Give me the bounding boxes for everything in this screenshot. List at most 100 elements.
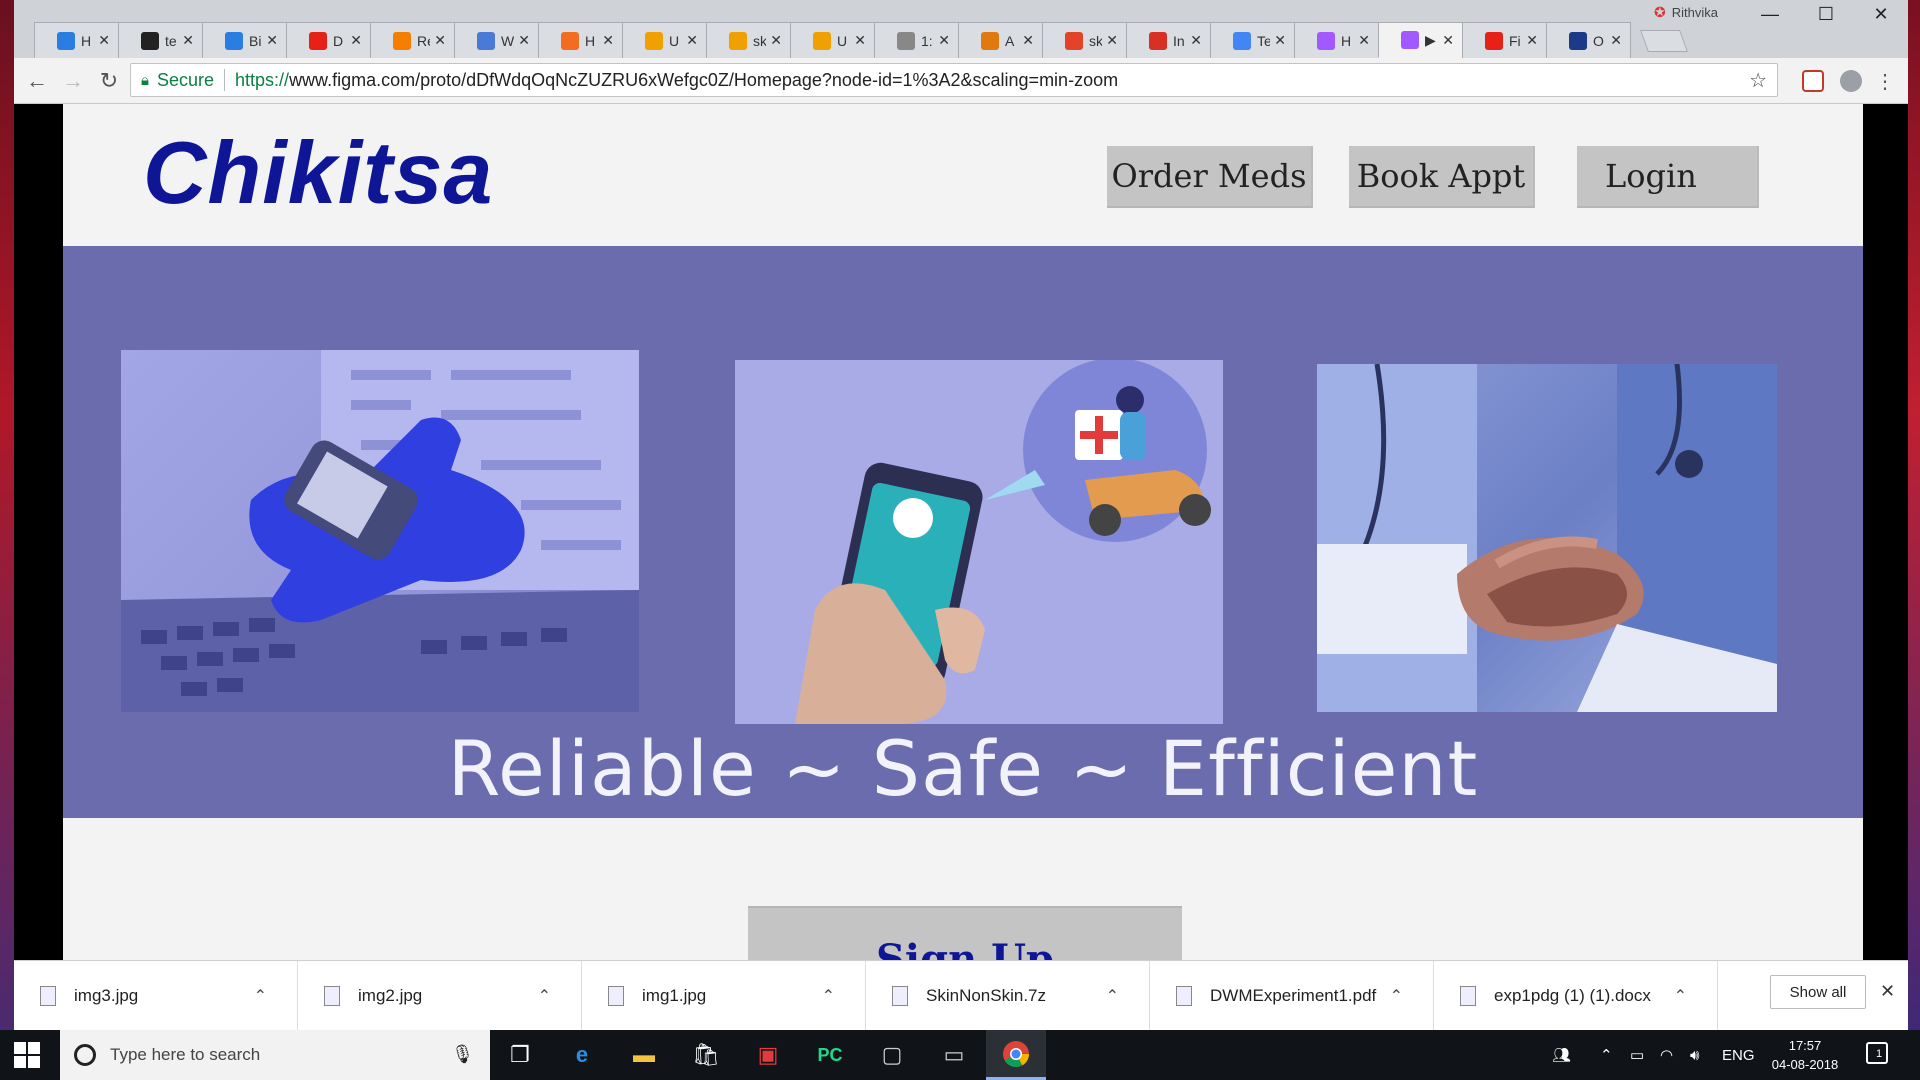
file-icon — [1460, 986, 1476, 1006]
microphone-icon[interactable]: 🎙︎ — [451, 1044, 474, 1065]
tab-close-icon[interactable]: ✕ — [1022, 32, 1034, 49]
forward-icon[interactable]: → — [58, 66, 88, 96]
new-tab-button[interactable] — [1639, 30, 1689, 52]
browser-tab[interactable]: Fi ✕ — [1462, 22, 1547, 58]
extension-icon[interactable] — [1802, 70, 1824, 92]
browser-tab[interactable]: W ✕ — [454, 22, 539, 58]
browser-tab[interactable]: Re✕ — [370, 22, 455, 58]
download-options-chevron-icon[interactable]: ⌃ — [822, 986, 835, 1006]
windows-start-icon[interactable] — [14, 1042, 40, 1068]
tab-title: H — [81, 32, 92, 49]
browser-tab[interactable]: sk ✕ — [706, 22, 791, 58]
wifi-icon[interactable]: ◠ — [1660, 1030, 1673, 1080]
browser-tab[interactable]: In ✕ — [1126, 22, 1211, 58]
action-center-icon[interactable]: 1 — [1866, 1042, 1888, 1064]
people-icon[interactable]: 👥︎ — [1552, 1030, 1571, 1080]
maximize-button[interactable]: ☐ — [1801, 4, 1851, 25]
tab-close-icon[interactable]: ✕ — [1358, 32, 1370, 49]
download-options-chevron-icon[interactable]: ⌃ — [1390, 986, 1403, 1006]
browser-tab[interactable]: U ✕ — [790, 22, 875, 58]
task-view-icon[interactable]: ❐ — [490, 1030, 550, 1080]
tab-close-icon[interactable]: ✕ — [1274, 32, 1286, 49]
address-bar[interactable]: 🔒︎ Secure https:// www.figma.com /proto/… — [130, 63, 1778, 97]
tab-close-icon[interactable]: ✕ — [1442, 32, 1454, 49]
tab-close-icon[interactable]: ✕ — [1190, 32, 1202, 49]
browser-tab[interactable]: te ✕ — [118, 22, 203, 58]
tray-chevron-icon[interactable]: ⌃ — [1600, 1030, 1613, 1080]
tab-close-icon[interactable]: ✕ — [938, 32, 950, 49]
profile-chip[interactable]: ✪ Rithvika — [1654, 4, 1718, 21]
browser-tab[interactable]: H ✕ — [1294, 22, 1379, 58]
tab-close-icon[interactable]: ✕ — [686, 32, 698, 49]
language-indicator[interactable]: ENG — [1722, 1030, 1755, 1080]
browser-tab[interactable]: 1: ✕ — [874, 22, 959, 58]
tab-title: sk — [1089, 32, 1103, 49]
tab-close-icon[interactable]: ✕ — [602, 32, 614, 49]
site-logo[interactable]: Chikitsa — [143, 122, 493, 224]
tab-close-icon[interactable]: ✕ — [1106, 32, 1118, 49]
reload-icon[interactable]: ↻ — [94, 66, 124, 96]
browser-tab[interactable]: D ✕ — [286, 22, 371, 58]
download-item[interactable]: img3.jpg ⌃ — [14, 961, 298, 1031]
show-all-downloads-button[interactable]: Show all — [1770, 975, 1866, 1009]
taskbar-search-box[interactable]: Type here to search 🎙︎ — [60, 1030, 490, 1080]
tab-title: Re — [417, 32, 430, 49]
extension-icon[interactable] — [1840, 70, 1862, 92]
browser-tab[interactable]: H ✕ — [538, 22, 623, 58]
volume-icon[interactable]: 🔊︎ — [1690, 1030, 1699, 1080]
download-item[interactable]: img1.jpg ⌃ — [582, 961, 866, 1031]
tab-close-icon[interactable]: ✕ — [854, 32, 866, 49]
terminal-icon[interactable]: ▭ — [924, 1030, 984, 1080]
tab-close-icon[interactable]: ✕ — [1526, 32, 1538, 49]
browser-tab[interactable]: ▶ ✕ — [1378, 22, 1463, 58]
tab-close-icon[interactable]: ✕ — [98, 32, 110, 49]
tab-close-icon[interactable]: ✕ — [770, 32, 782, 49]
download-options-chevron-icon[interactable]: ⌃ — [1674, 986, 1687, 1006]
tab-close-icon[interactable]: ✕ — [434, 32, 446, 49]
browser-tab[interactable]: Bi ✕ — [202, 22, 287, 58]
file-explorer-icon[interactable]: ▬ — [614, 1030, 674, 1080]
app-window-icon[interactable]: ▢ — [862, 1030, 922, 1080]
tab-favicon-icon — [645, 31, 663, 50]
tab-close-icon[interactable]: ✕ — [182, 32, 194, 49]
menu-icon[interactable]: ⋮ — [1870, 66, 1900, 96]
browser-tab[interactable]: U ✕ — [622, 22, 707, 58]
close-window-button[interactable]: ✕ — [1856, 4, 1906, 25]
gift-app-icon[interactable]: ▣ — [738, 1030, 798, 1080]
tab-favicon-icon — [1233, 31, 1251, 50]
download-item[interactable]: SkinNonSkin.7z ⌃ — [866, 961, 1150, 1031]
edge-icon[interactable]: e — [552, 1030, 612, 1080]
download-options-chevron-icon[interactable]: ⌃ — [538, 986, 551, 1006]
tab-close-icon[interactable]: ✕ — [1610, 32, 1622, 49]
download-options-chevron-icon[interactable]: ⌃ — [1106, 986, 1119, 1006]
download-item[interactable]: DWMExperiment1.pdf ⌃ — [1150, 961, 1434, 1031]
order-meds-button[interactable]: Order Meds — [1107, 146, 1313, 208]
back-icon[interactable]: ← — [22, 66, 52, 96]
signup-button[interactable]: Sign Up — [748, 906, 1182, 960]
download-item[interactable]: exp1pdg (1) (1).docx ⌃ — [1434, 961, 1718, 1031]
browser-tab[interactable]: sk ✕ — [1042, 22, 1127, 58]
store-icon[interactable]: 🛍︎ — [676, 1030, 736, 1080]
browser-tab[interactable]: A ✕ — [958, 22, 1043, 58]
browser-tab[interactable]: Te ✕ — [1210, 22, 1295, 58]
close-downloads-icon[interactable]: ✕ — [1880, 981, 1895, 1002]
chrome-icon[interactable] — [986, 1030, 1046, 1080]
pycharm-icon[interactable]: PC — [800, 1030, 860, 1080]
download-options-chevron-icon[interactable]: ⌃ — [254, 986, 267, 1006]
tab-close-icon[interactable]: ✕ — [350, 32, 362, 49]
tab-title: D — [333, 32, 344, 49]
tab-favicon-icon — [897, 31, 915, 50]
tab-title: sk — [753, 32, 767, 49]
book-appt-button[interactable]: Book Appt — [1349, 146, 1535, 208]
browser-tab[interactable]: H ✕ — [34, 22, 119, 58]
minimize-button[interactable]: — — [1745, 4, 1795, 25]
tab-close-icon[interactable]: ✕ — [518, 32, 530, 49]
browser-tab[interactable]: O ✕ — [1546, 22, 1631, 58]
download-item[interactable]: img2.jpg ⌃ — [298, 961, 582, 1031]
taskbar-clock[interactable]: 17:57 04-08-2018 — [1760, 1036, 1850, 1074]
tab-close-icon[interactable]: ✕ — [266, 32, 278, 49]
battery-icon[interactable]: ▭ — [1630, 1030, 1644, 1080]
tab-title: In — [1173, 32, 1185, 49]
login-button[interactable]: Login — [1577, 146, 1759, 208]
bookmark-star-icon[interactable]: ☆ — [1749, 68, 1767, 93]
